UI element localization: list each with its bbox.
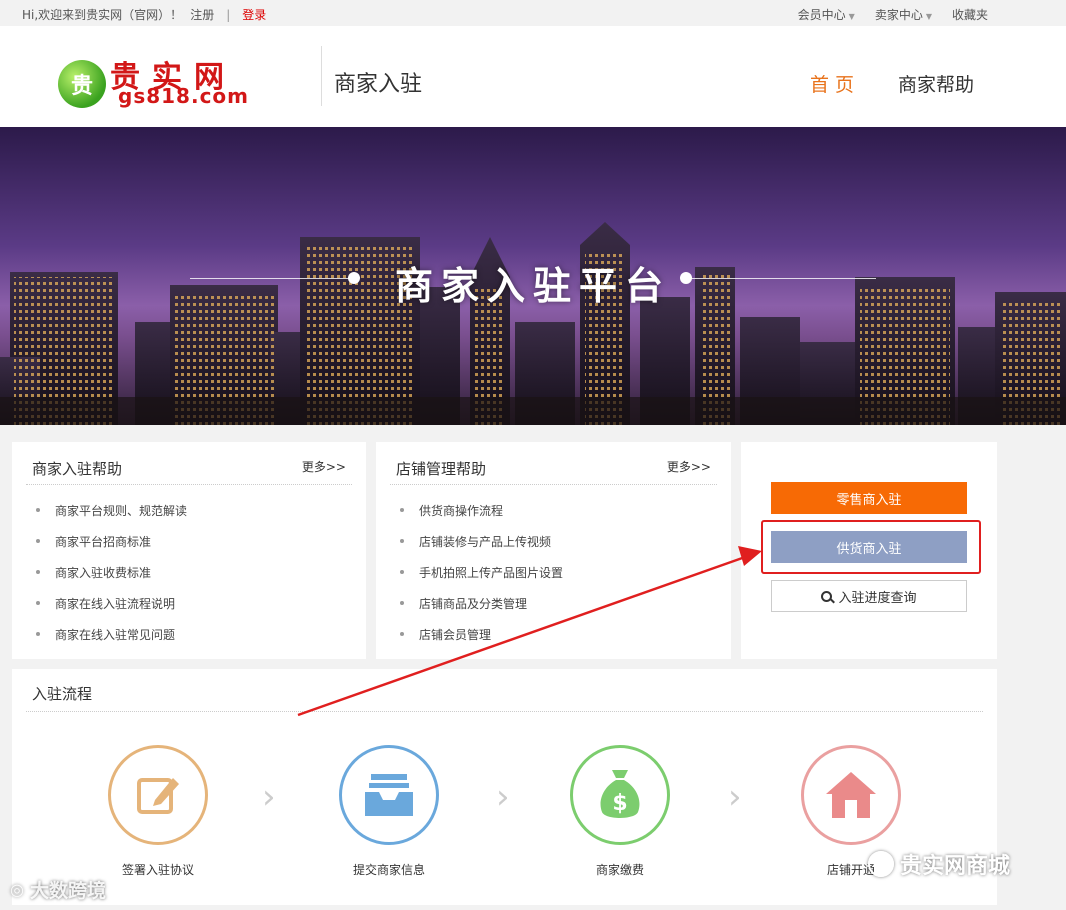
shop-help-list: 供货商操作流程 店铺装修与产品上传视频 手机拍照上传产品图片设置 店铺商品及分类… <box>400 502 563 657</box>
list-item[interactable]: 手机拍照上传产品图片设置 <box>400 564 563 595</box>
panel-title: 商家入驻帮助 <box>32 460 123 478</box>
banner-title: 商家入驻平台 <box>394 264 671 308</box>
separator: | <box>226 7 231 22</box>
watermark-left: ◎ 大数跨境 <box>10 880 106 902</box>
panel-title: 店铺管理帮助 <box>396 460 487 478</box>
bullet-icon <box>36 601 40 605</box>
divider <box>390 484 717 485</box>
list-item[interactable]: 商家平台规则、规范解读 <box>36 502 187 533</box>
divider <box>26 484 352 485</box>
step-circle <box>339 745 439 845</box>
chevron-right-icon: › <box>262 777 276 817</box>
bullet-icon <box>36 539 40 543</box>
action-panel: 零售商入驻 供货商入驻 入驻进度查询 <box>741 442 997 659</box>
more-link[interactable]: 更多>> <box>302 458 346 475</box>
banner-line-right <box>690 278 876 279</box>
login-link[interactable]: 登录 <box>242 6 266 23</box>
chevron-down-icon: ▼ <box>848 12 855 21</box>
money-bag-icon: $ <box>600 770 640 818</box>
bullet-icon <box>400 508 404 512</box>
supplier-join-button[interactable]: 供货商入驻 <box>771 531 967 563</box>
step-circle <box>801 745 901 845</box>
list-item[interactable]: 店铺会员管理 <box>400 626 563 657</box>
svg-text:$: $ <box>612 791 627 816</box>
shop-help-panel: 店铺管理帮助 更多>> 供货商操作流程 店铺装修与产品上传视频 手机拍照上传产品… <box>376 442 731 659</box>
header-divider <box>321 46 322 106</box>
section-title: 入驻流程 <box>32 685 93 703</box>
list-item[interactable]: 商家在线入驻流程说明 <box>36 595 187 626</box>
logo-badge: 贵 <box>58 60 106 108</box>
nav-merchant-help[interactable]: 商家帮助 <box>898 70 974 97</box>
step-payment: $ 商家缴费 <box>540 745 700 878</box>
bullet-icon <box>400 601 404 605</box>
list-item[interactable]: 商家入驻收费标准 <box>36 564 187 595</box>
inbox-icon <box>365 774 413 816</box>
hero-banner: 商家入驻平台 <box>0 127 1066 425</box>
list-item[interactable]: 店铺商品及分类管理 <box>400 595 563 626</box>
list-item[interactable]: 供货商操作流程 <box>400 502 563 533</box>
chevron-right-icon: › <box>728 777 742 817</box>
watermark-right: 贵实网商城 <box>868 848 1010 880</box>
seller-center-menu[interactable]: 卖家中心 ▼ <box>875 6 932 23</box>
site-logo[interactable]: 贵 贵实网 gs818.com <box>58 52 268 108</box>
step-circle <box>108 745 208 845</box>
weibo-icon: ◎ <box>10 880 24 899</box>
step-label: 商家缴费 <box>595 863 644 877</box>
page-title: 商家入驻 <box>334 72 423 97</box>
top-bar: Hi,欢迎来到贵实网（官网）！ 注册 | 登录 会员中心 ▼ 卖家中心 ▼ 收藏夹 <box>0 0 1066 26</box>
search-icon <box>821 590 833 602</box>
bullet-icon <box>36 632 40 636</box>
merchant-help-panel: 商家入驻帮助 更多>> 商家平台规则、规范解读 商家平台招商标准 商家入驻收费标… <box>12 442 366 659</box>
step-submit-info: 提交商家信息 <box>309 745 469 878</box>
edit-icon <box>137 778 179 814</box>
chevron-right-icon: › <box>496 777 510 817</box>
logo-domain: gs818.com <box>118 84 250 108</box>
bullet-icon <box>36 508 40 512</box>
chevron-down-icon: ▼ <box>925 12 932 21</box>
favorites-link[interactable]: 收藏夹 <box>952 6 988 23</box>
main-nav: 首页 商家帮助 <box>810 70 974 97</box>
step-label: 提交商家信息 <box>352 863 425 877</box>
member-center-menu[interactable]: 会员中心 ▼ <box>798 6 855 23</box>
welcome-text: Hi,欢迎来到贵实网（官网）！ <box>22 8 183 22</box>
more-link[interactable]: 更多>> <box>667 458 711 475</box>
list-item[interactable]: 商家平台招商标准 <box>36 533 187 564</box>
nav-home[interactable]: 首页 <box>810 70 860 97</box>
bullet-icon <box>400 632 404 636</box>
onboarding-process: 入驻流程 签署入驻协议 › 提交商家信息 › $ 商家缴费 › 店铺开通 <box>12 669 997 905</box>
progress-query-button[interactable]: 入驻进度查询 <box>771 580 967 612</box>
progress-query-label: 入驻进度查询 <box>838 590 917 606</box>
bullet-icon <box>36 570 40 574</box>
wechat-icon <box>868 851 894 877</box>
home-icon <box>826 772 876 818</box>
site-header: 贵 贵实网 gs818.com 商家入驻 首页 商家帮助 <box>0 26 1066 127</box>
step-sign-agreement: 签署入驻协议 <box>78 745 238 878</box>
register-link[interactable]: 注册 <box>190 6 214 23</box>
bullet-icon <box>400 570 404 574</box>
step-circle: $ <box>570 745 670 845</box>
help-list: 商家平台规则、规范解读 商家平台招商标准 商家入驻收费标准 商家在线入驻流程说明… <box>36 502 187 657</box>
list-item[interactable]: 店铺装修与产品上传视频 <box>400 533 563 564</box>
bullet-icon <box>400 539 404 543</box>
list-item[interactable]: 商家在线入驻常见问题 <box>36 626 187 657</box>
divider <box>26 711 983 712</box>
retail-join-button[interactable]: 零售商入驻 <box>771 482 967 514</box>
